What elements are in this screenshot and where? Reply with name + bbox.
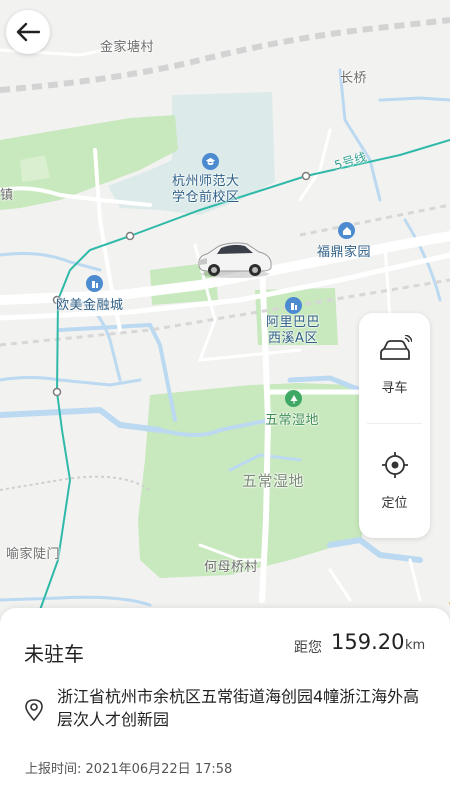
car-info-sheet: 未驻车 距您 159.20 km 浙江省杭州市余杭区五常街道海创园4幢浙江海外高… <box>0 608 450 800</box>
map-label-campus-line1: 杭州师范大 <box>172 174 240 189</box>
report-time: 上报时间: 2021年06月22日 17:58 <box>25 762 233 777</box>
panel-divider <box>367 423 422 424</box>
distance-value: 159.20 <box>331 630 405 654</box>
car-marker-icon[interactable] <box>195 238 275 280</box>
map-label-hemu: 何母桥村 <box>204 560 259 575</box>
map-label-oumei: 欧美金融城 <box>56 298 124 313</box>
back-button[interactable] <box>6 10 50 54</box>
location-pin-icon <box>25 699 43 722</box>
find-car-button[interactable]: 寻车 <box>359 335 430 396</box>
map-label-yujia: 喻家陡门 <box>6 547 61 562</box>
map-label-changqiao: 长桥 <box>340 71 368 86</box>
locate-crosshair-icon <box>381 452 408 478</box>
office-pin-icon <box>285 297 302 314</box>
car-signal-icon <box>379 335 412 360</box>
map-label-alibaba: 阿里巴巴 西溪A区 <box>266 315 320 347</box>
map-label-alibaba-line2: 西溪A区 <box>268 331 318 346</box>
parking-status: 未驻车 <box>24 642 84 666</box>
map-label-campus: 杭州师范大 学仓前校区 <box>172 174 240 206</box>
map-label-fuding: 福鼎家园 <box>317 245 372 260</box>
distance-unit: km <box>405 638 426 653</box>
residence-pin-icon <box>338 222 355 239</box>
map-label-zhen: 镇 <box>0 188 14 203</box>
locate-label: 定位 <box>381 496 408 511</box>
map-control-panel: 寻车 定位 <box>359 313 430 538</box>
back-arrow-icon <box>16 22 41 42</box>
park-pin-icon <box>285 390 302 407</box>
map-label-campus-line2: 学仓前校区 <box>172 190 240 205</box>
school-pin-icon <box>202 153 219 170</box>
locate-button[interactable]: 定位 <box>359 450 430 511</box>
building-pin-icon <box>86 275 103 292</box>
map-label-wuchang-poi: 五常湿地 <box>265 413 320 428</box>
map-label-wuchang-area: 五常湿地 <box>242 472 305 490</box>
distance-prefix: 距您 <box>294 640 322 656</box>
find-car-label: 寻车 <box>381 381 408 396</box>
car-address: 浙江省杭州市余杭区五常街道海创园4幢浙江海外高层次人才创新园 <box>57 687 420 729</box>
map-label-jinjia: 金家塘村 <box>100 40 155 55</box>
map-label-alibaba-line1: 阿里巴巴 <box>266 315 321 330</box>
